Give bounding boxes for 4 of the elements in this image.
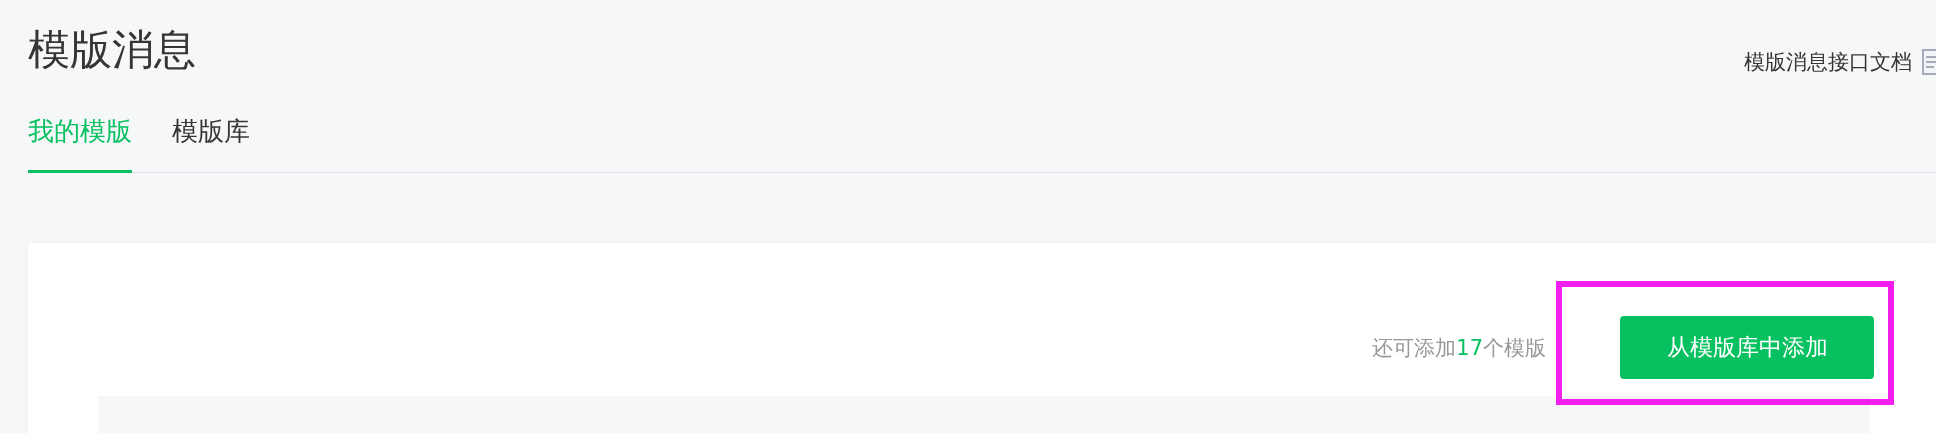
doc-link[interactable]: 模版消息接口文档 — [1744, 48, 1912, 76]
remaining-count-text: 还可添加17个模版 — [1372, 334, 1546, 362]
tab[interactable]: 模版库 — [172, 114, 250, 173]
page-title: 模版消息 — [28, 24, 196, 76]
